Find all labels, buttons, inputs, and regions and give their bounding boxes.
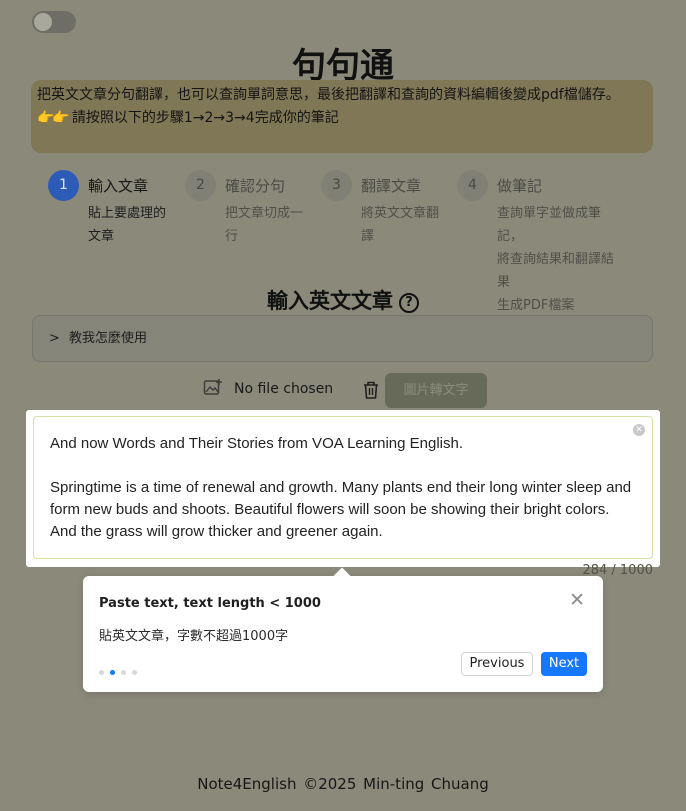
tour-dot[interactable]: [132, 670, 137, 675]
intro-line-1: 把英文文章分句翻譯，也可以查詢單詞意思，最後把翻譯和查詢的資料編輯後變成pdf檔…: [37, 87, 620, 103]
intro-line-2: 👉👉 請按照以下的步驟1→2→3→4完成你的筆記: [37, 107, 647, 130]
tour-dot-active[interactable]: [110, 670, 115, 675]
step-4-title: 做筆記: [497, 177, 543, 195]
step-2-number: 2: [185, 170, 216, 201]
step-2-desc-line: 把文章切成一: [225, 206, 304, 221]
article-paragraph: And now Words and Their Stories from VOA…: [50, 435, 463, 452]
close-icon[interactable]: ✕: [569, 590, 585, 610]
tour-title: Paste text, text length < 1000: [99, 596, 321, 611]
step-1-desc-line: 文章: [88, 229, 115, 244]
chevron-right-icon: >: [49, 331, 60, 346]
ocr-button[interactable]: 圖片轉文字: [385, 373, 487, 408]
tour-dot[interactable]: [99, 670, 104, 675]
step-2-title: 確認分句: [225, 177, 286, 195]
footer: Note4English ©2025 Min-ting Chuang: [197, 775, 489, 793]
upload-row: No file chosen 圖片轉文字: [203, 373, 503, 408]
step-2-desc: 把文章切成一 行: [225, 202, 303, 248]
trash-icon[interactable]: [362, 380, 380, 400]
section-title-text: 輸入英文文章: [267, 289, 393, 313]
tour-description: 貼英文文章，字數不超過1000字: [99, 629, 289, 644]
question-circle-icon[interactable]: ?: [399, 293, 419, 313]
tour-popover: Paste text, text length < 1000 ✕ 貼英文文章，字…: [83, 567, 603, 692]
previous-button[interactable]: Previous: [461, 652, 533, 676]
step-1-title: 輸入文章: [88, 177, 149, 195]
step-3-title: 翻譯文章: [361, 177, 422, 195]
theme-toggle[interactable]: [32, 11, 76, 33]
step-3-desc-line: 譯: [361, 229, 375, 244]
step-4-desc-line: 查詢單字並做成筆記，: [497, 206, 602, 244]
step-3-desc-line: 將英文文章翻: [361, 206, 440, 221]
howto-label: 教我怎麼使用: [69, 331, 148, 346]
toggle-knob: [34, 13, 52, 31]
tour-progress-dots: [99, 662, 143, 681]
tour-arrow: [333, 567, 351, 585]
intro-box: 把英文文章分句翻譯，也可以查詢單詞意思，最後把翻譯和查詢的資料編輯後變成pdf檔…: [31, 80, 653, 153]
howto-collapse[interactable]: > 教我怎麼使用: [32, 315, 653, 362]
intro-line-2-text: 請按照以下的步驟1→2→3→4完成你的筆記: [71, 110, 339, 126]
step-1-desc: 貼上要處理的 文章: [88, 202, 166, 248]
step-3-desc: 將英文文章翻 譯: [361, 202, 439, 248]
image-add-icon[interactable]: [203, 378, 223, 398]
section-title: 輸入英文文章?: [0, 285, 686, 315]
step-1-desc-line: 貼上要處理的: [88, 206, 167, 221]
tour-dot[interactable]: [121, 670, 126, 675]
clear-circle-icon[interactable]: ✕: [633, 424, 645, 436]
step-2-desc-line: 行: [225, 229, 239, 244]
article-paragraph: Springtime is a time of renewal and grow…: [50, 479, 632, 540]
step-4-number: 4: [457, 170, 488, 201]
step-3-number: 3: [321, 170, 352, 201]
article-textarea[interactable]: And now Words and Their Stories from VOA…: [33, 416, 653, 559]
file-status[interactable]: No file chosen: [234, 381, 333, 397]
step-1-number: 1: [48, 170, 79, 201]
pointing-icon: 👉👉: [37, 110, 70, 126]
next-button[interactable]: Next: [541, 652, 587, 676]
